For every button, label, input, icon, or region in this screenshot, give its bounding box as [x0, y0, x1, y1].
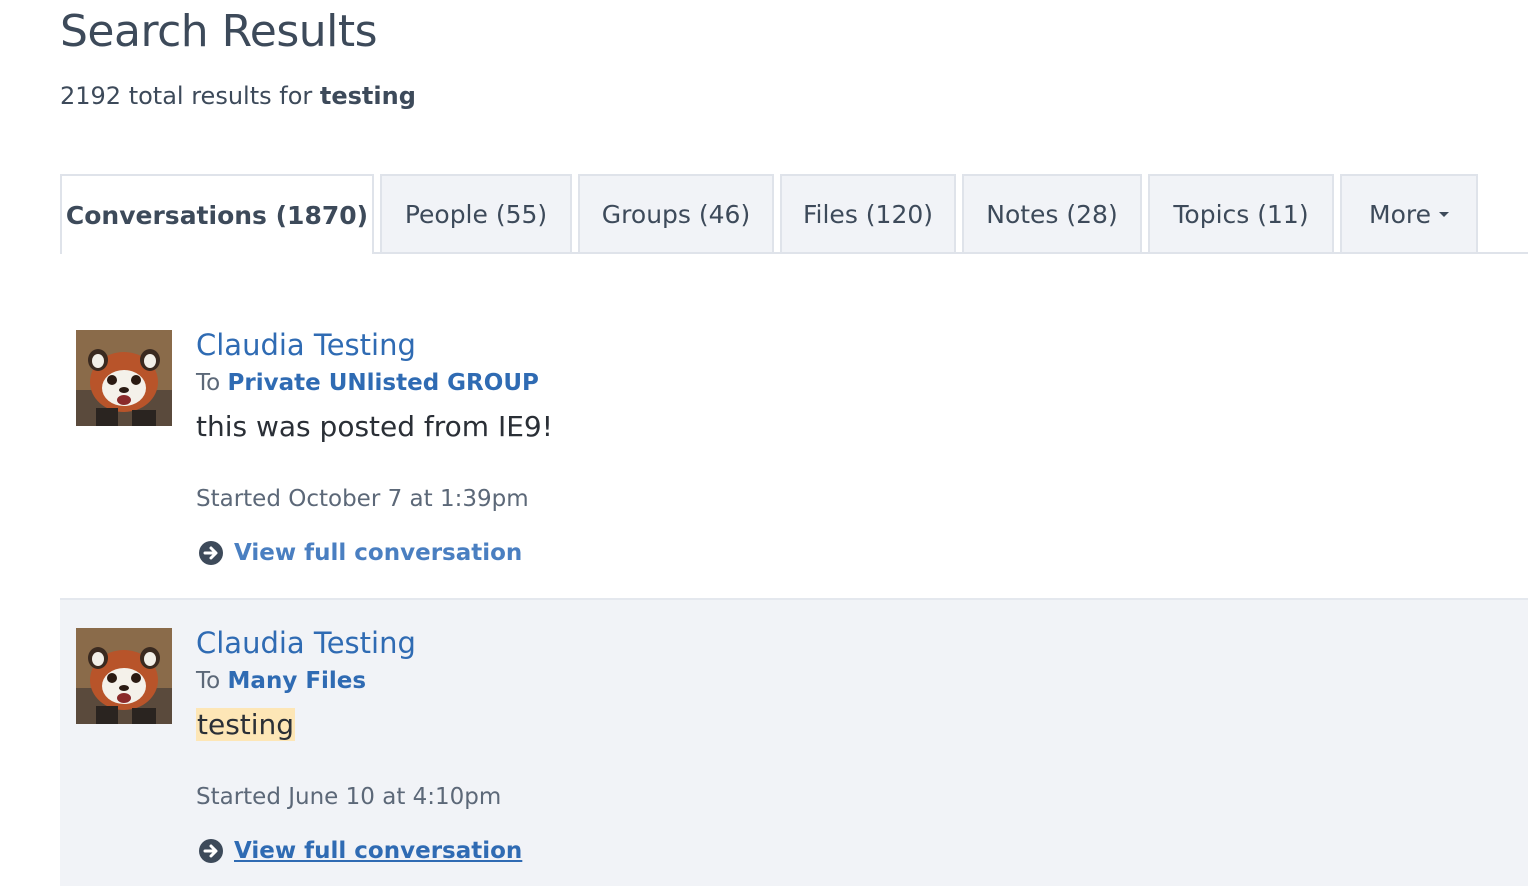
message-text: testing: [196, 708, 296, 741]
group-link[interactable]: Private UNlisted GROUP: [228, 370, 539, 396]
tab-label: Conversations (1870): [65, 200, 369, 230]
recipient-line: To Many Files: [196, 668, 366, 694]
tab-label: People (55): [404, 199, 548, 229]
view-link-label: View full conversation: [234, 540, 523, 566]
results-count: 2192 total results for: [60, 82, 313, 110]
tab-label: Files (120): [802, 199, 934, 229]
result-type-tabs: Conversations (1870) People (55) Groups …: [60, 174, 1528, 254]
caret-down-icon: [1438, 211, 1449, 217]
page-title: Search Results: [60, 6, 378, 57]
tab-label: Groups (46): [601, 199, 751, 229]
tab-topics[interactable]: Topics (11): [1148, 174, 1334, 252]
tab-files[interactable]: Files (120): [780, 174, 956, 252]
red-panda-avatar-icon: [76, 330, 172, 426]
tab-label: More: [1369, 199, 1431, 229]
view-link-label: View full conversation: [234, 838, 523, 864]
avatar[interactable]: [76, 330, 172, 426]
arrow-circle-right-icon: [199, 541, 223, 565]
tab-groups[interactable]: Groups (46): [578, 174, 774, 252]
group-link[interactable]: Many Files: [228, 668, 367, 694]
search-query: testing: [319, 82, 416, 110]
results-summary: 2192 total results for testing: [60, 82, 416, 110]
to-prefix: To: [196, 370, 221, 396]
to-prefix: To: [196, 668, 221, 694]
result-item: Claudia Testing To Many Files testing St…: [60, 598, 1528, 886]
recipient-line: To Private UNlisted GROUP: [196, 370, 539, 396]
avatar[interactable]: [76, 628, 172, 724]
tab-conversations[interactable]: Conversations (1870): [60, 174, 374, 254]
search-highlight: testing: [196, 708, 296, 741]
tab-label: Topics (11): [1173, 199, 1309, 229]
author-link[interactable]: Claudia Testing: [196, 626, 416, 660]
search-results-page: Search Results 2192 total results for te…: [0, 0, 1528, 886]
tab-people[interactable]: People (55): [380, 174, 572, 252]
author-link[interactable]: Claudia Testing: [196, 328, 416, 362]
tab-notes[interactable]: Notes (28): [962, 174, 1142, 252]
tab-label: Notes (28): [986, 199, 1118, 229]
red-panda-avatar-icon: [76, 628, 172, 724]
result-item: Claudia Testing To Private UNlisted GROU…: [60, 300, 1528, 598]
view-conversation-link[interactable]: View full conversation: [198, 540, 522, 566]
started-timestamp: Started October 7 at 1:39pm: [196, 486, 529, 512]
started-timestamp: Started June 10 at 4:10pm: [196, 784, 502, 810]
message-text: this was posted from IE9!: [196, 410, 553, 443]
arrow-circle-right-icon: [199, 839, 223, 863]
view-conversation-link[interactable]: View full conversation: [198, 838, 522, 864]
tab-more[interactable]: More: [1340, 174, 1478, 252]
